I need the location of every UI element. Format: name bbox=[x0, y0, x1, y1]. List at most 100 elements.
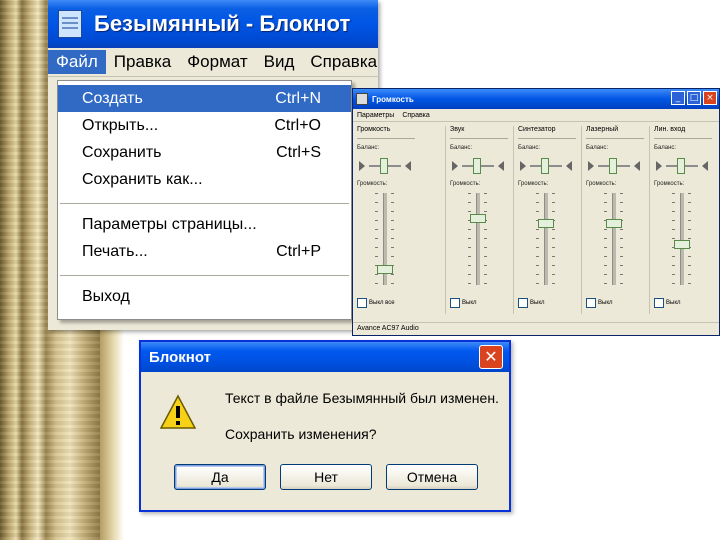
balance-slider[interactable] bbox=[650, 157, 716, 175]
channel-divider bbox=[654, 138, 712, 139]
balance-slider[interactable] bbox=[446, 157, 512, 175]
balance-slider[interactable] bbox=[514, 157, 580, 175]
volume-slider[interactable] bbox=[650, 193, 716, 293]
volume-status: Avance AC97 Audio bbox=[353, 322, 719, 335]
menu-file[interactable]: Файл bbox=[48, 50, 106, 74]
balance-right-icon bbox=[405, 161, 411, 171]
dialog-close-button[interactable]: ✕ bbox=[479, 345, 503, 369]
balance-label: Баланс: bbox=[518, 145, 541, 151]
slider-ticks bbox=[468, 193, 471, 285]
mute-checkbox[interactable]: Выкл bbox=[586, 298, 613, 308]
notepad-title-bar[interactable]: Безымянный - Блокнот bbox=[48, 0, 378, 48]
balance-slider[interactable] bbox=[353, 157, 419, 175]
volume-label: Громкость: bbox=[586, 181, 617, 187]
volume-label: Громкость: bbox=[450, 181, 481, 187]
menu-item-save-as[interactable]: Сохранить как... bbox=[58, 166, 351, 193]
balance-label: Баланс: bbox=[654, 145, 677, 151]
slider-track bbox=[612, 193, 616, 285]
volume-label: Громкость: bbox=[357, 181, 388, 187]
menu-format[interactable]: Формат bbox=[179, 50, 255, 74]
channel-name: Лин. вход bbox=[654, 126, 686, 133]
menu-item-page-setup[interactable]: Параметры страницы... bbox=[58, 211, 351, 238]
channel-divider bbox=[586, 138, 644, 139]
slider-ticks bbox=[484, 193, 487, 285]
menu-item-label: Сохранить bbox=[82, 143, 162, 161]
checkbox-box[interactable] bbox=[450, 298, 460, 308]
volume-mixer: Громкость Баланс: Громкость: Выкл все Звук Ба… bbox=[353, 122, 719, 318]
volume-slider[interactable] bbox=[353, 193, 419, 293]
checkbox-box[interactable] bbox=[654, 298, 664, 308]
volume-thumb[interactable] bbox=[538, 219, 554, 228]
slider-track bbox=[544, 193, 548, 285]
mute-checkbox[interactable]: Выкл bbox=[654, 298, 681, 308]
checkbox-box[interactable] bbox=[357, 298, 367, 308]
volume-thumb[interactable] bbox=[674, 240, 690, 249]
file-menu-dropdown: Создать Ctrl+N Открыть... Ctrl+O Сохрани… bbox=[57, 80, 352, 320]
menu-edit[interactable]: Правка bbox=[106, 50, 179, 74]
balance-left-icon bbox=[656, 161, 662, 171]
balance-thumb[interactable] bbox=[677, 158, 685, 174]
volume-thumb[interactable] bbox=[377, 265, 393, 274]
balance-label: Баланс: bbox=[450, 145, 473, 151]
maximize-button[interactable]: □ bbox=[687, 91, 701, 105]
menu-item-shortcut: Ctrl+O bbox=[274, 116, 321, 134]
balance-left-icon bbox=[359, 161, 365, 171]
menu-item-shortcut: Ctrl+S bbox=[276, 143, 321, 161]
cancel-button[interactable]: Отмена bbox=[386, 464, 478, 490]
balance-thumb[interactable] bbox=[380, 158, 388, 174]
menu-help[interactable]: Справка bbox=[302, 50, 385, 74]
channel-divider bbox=[357, 138, 415, 139]
menu-item-new[interactable]: Создать Ctrl+N bbox=[58, 85, 351, 112]
mute-checkbox[interactable]: Выкл все bbox=[357, 298, 395, 308]
balance-right-icon bbox=[566, 161, 572, 171]
volume-slider[interactable] bbox=[446, 193, 512, 293]
mute-label: Выкл bbox=[666, 300, 681, 306]
slider-ticks bbox=[620, 193, 623, 285]
notepad-menubar: Файл Правка Формат Вид Справка bbox=[48, 48, 378, 77]
menu-item-label: Сохранить как... bbox=[82, 170, 203, 188]
notepad-icon bbox=[58, 10, 82, 38]
yes-button[interactable]: Да bbox=[174, 464, 266, 490]
menu-options[interactable]: Параметры bbox=[357, 112, 394, 119]
balance-right-icon bbox=[702, 161, 708, 171]
menu-help[interactable]: Справка bbox=[402, 112, 429, 119]
menu-item-label: Создать bbox=[82, 89, 143, 107]
menu-item-save[interactable]: Сохранить Ctrl+S bbox=[58, 139, 351, 166]
balance-thumb[interactable] bbox=[609, 158, 617, 174]
no-button[interactable]: Нет bbox=[280, 464, 372, 490]
menu-view[interactable]: Вид bbox=[256, 50, 303, 74]
volume-label: Громкость: bbox=[518, 181, 549, 187]
checkbox-box[interactable] bbox=[518, 298, 528, 308]
menu-item-shortcut: Ctrl+N bbox=[275, 89, 321, 107]
volume-slider[interactable] bbox=[514, 193, 580, 293]
menu-item-exit[interactable]: Выход bbox=[58, 283, 351, 310]
volume-slider[interactable] bbox=[582, 193, 648, 293]
menu-item-label: Параметры страницы... bbox=[82, 215, 257, 233]
volume-thumb[interactable] bbox=[606, 219, 622, 228]
close-button[interactable]: × bbox=[703, 91, 717, 105]
checkbox-box[interactable] bbox=[586, 298, 596, 308]
menu-item-print[interactable]: Печать... Ctrl+P bbox=[58, 238, 351, 265]
balance-thumb[interactable] bbox=[473, 158, 481, 174]
balance-right-icon bbox=[634, 161, 640, 171]
balance-right-icon bbox=[498, 161, 504, 171]
mute-checkbox[interactable]: Выкл bbox=[450, 298, 477, 308]
volume-thumb[interactable] bbox=[470, 214, 486, 223]
slider-ticks bbox=[688, 193, 691, 285]
balance-thumb[interactable] bbox=[541, 158, 549, 174]
menu-item-label: Выход bbox=[82, 287, 130, 305]
minimize-button[interactable]: _ bbox=[671, 91, 685, 105]
menu-item-open[interactable]: Открыть... Ctrl+O bbox=[58, 112, 351, 139]
slider-ticks bbox=[536, 193, 539, 285]
warning-icon bbox=[159, 394, 197, 429]
balance-slider[interactable] bbox=[582, 157, 648, 175]
channel-divider bbox=[450, 138, 508, 139]
mute-label: Выкл bbox=[530, 300, 545, 306]
volume-title-bar[interactable]: Громкость _ □ × bbox=[353, 89, 719, 109]
channel-name: Громкость bbox=[357, 126, 391, 133]
mute-checkbox[interactable]: Выкл bbox=[518, 298, 545, 308]
dialog-title-bar[interactable]: Блокнот ✕ bbox=[141, 342, 509, 372]
menu-separator bbox=[60, 203, 349, 204]
menu-item-label: Печать... bbox=[82, 242, 148, 260]
volume-window: Громкость _ □ × Параметры Справка Громко… bbox=[352, 88, 720, 336]
